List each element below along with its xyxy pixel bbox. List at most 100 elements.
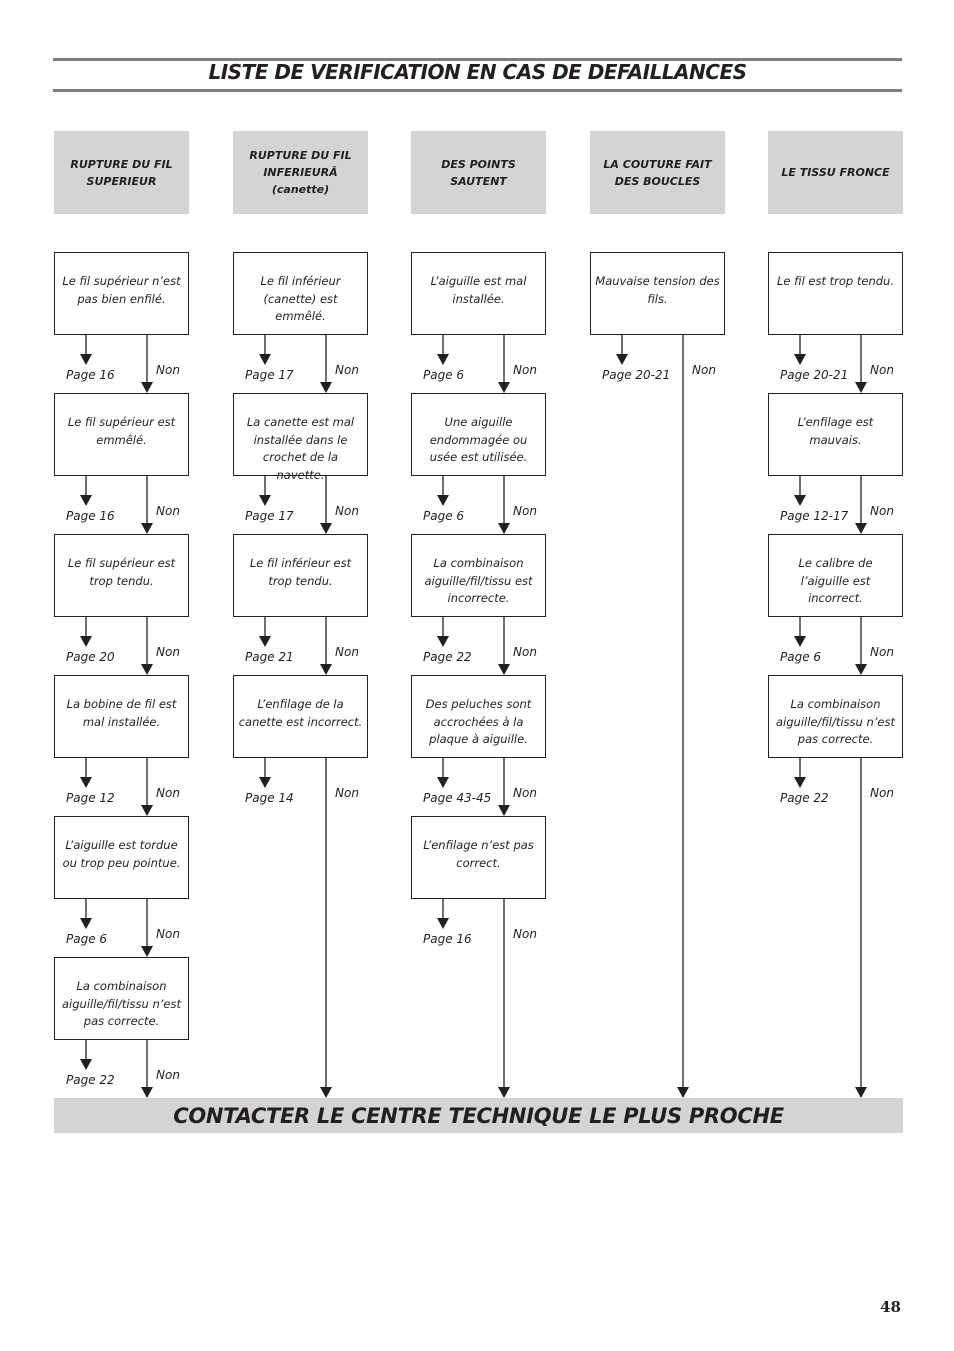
no-arrow-icon <box>141 382 153 393</box>
page-reference: Page 6 <box>780 650 822 664</box>
problem-step-box: Le fil supérieur est emmêlé. <box>54 393 189 476</box>
yes-arrow-icon <box>80 918 92 929</box>
no-arrow-icon <box>498 664 510 675</box>
no-label: Non <box>870 363 894 377</box>
problem-step-box: Le fil inférieur est trop tendu. <box>233 534 368 617</box>
no-label: Non <box>156 645 180 659</box>
no-arrow-icon <box>320 1087 332 1098</box>
no-label: Non <box>513 927 537 941</box>
problem-step-box: Des peluches sont accrochées à la plaque… <box>411 675 546 758</box>
yes-arrow-icon <box>794 495 806 506</box>
yes-arrow-icon <box>80 495 92 506</box>
problem-step-text: L’aiguille est mal installée. <box>430 274 527 306</box>
no-label: Non <box>870 504 894 518</box>
problem-step-text: Mauvaise tension des fils. <box>595 274 720 306</box>
no-arrow-icon <box>141 523 153 534</box>
problem-step-box: L’enfilage est mauvais. <box>768 393 903 476</box>
no-arrow-icon <box>855 523 867 534</box>
problem-step-text: Le fil est trop tendu. <box>777 274 894 288</box>
page-number: 48 <box>880 1298 901 1316</box>
problem-step-text: L’enfilage n’est pas correct. <box>423 838 534 870</box>
no-arrow-icon <box>320 382 332 393</box>
problem-step-text: Le fil supérieur n’est pas bien enfilé. <box>62 274 181 306</box>
no-label: Non <box>156 786 180 800</box>
problem-step-text: Une aiguille endommagée ou usée est util… <box>429 415 528 464</box>
yes-arrow-icon <box>80 354 92 365</box>
page-reference: Page 22 <box>66 1073 115 1087</box>
no-label: Non <box>513 645 537 659</box>
column-header: DES POINTS SAUTENT <box>411 131 546 214</box>
problem-step-text: Le fil supérieur est trop tendu. <box>67 556 176 588</box>
problem-step-box: L’enfilage de la canette est incorrect. <box>233 675 368 758</box>
problem-step-text: La bobine de fil est mal installée. <box>66 697 177 729</box>
page-reference: Page 21 <box>245 650 294 664</box>
page-reference: Page 6 <box>423 509 465 523</box>
problem-step-box: La combinaison aiguille/fil/tissu est in… <box>411 534 546 617</box>
yes-arrow-icon <box>80 1059 92 1070</box>
page-reference: Page 17 <box>245 509 294 523</box>
no-label: Non <box>513 786 537 800</box>
yes-arrow-icon <box>259 354 271 365</box>
no-arrow-icon <box>320 664 332 675</box>
problem-step-text: L’enfilage de la canette est incorrect. <box>238 697 363 729</box>
yes-arrow-icon <box>259 777 271 788</box>
contact-service-text: CONTACTER LE CENTRE TECHNIQUE LE PLUS PR… <box>173 1103 784 1128</box>
no-label: Non <box>156 504 180 518</box>
problem-step-box: L’enfilage n’est pas correct. <box>411 816 546 899</box>
yes-arrow-icon <box>794 777 806 788</box>
no-arrow-icon <box>320 523 332 534</box>
no-label: Non <box>335 645 359 659</box>
column-header: RUPTURE DU FIL SUPERIEUR <box>54 131 189 214</box>
no-arrow-icon <box>141 1087 153 1098</box>
no-label: Non <box>156 927 180 941</box>
problem-step-text: Le calibre de l’aiguille est incorrect. <box>798 556 873 605</box>
problem-step-text: La combinaison aiguille/fil/tissu n’est … <box>61 979 181 1028</box>
yes-arrow-icon <box>437 918 449 929</box>
problem-step-text: Le fil supérieur est emmêlé. <box>67 415 176 447</box>
no-arrow-icon <box>498 805 510 816</box>
no-arrow-icon <box>498 382 510 393</box>
no-arrow-icon <box>141 805 153 816</box>
page-reference: Page 16 <box>423 932 472 946</box>
page-reference: Page 43-45 <box>423 791 492 805</box>
page-reference: Page 6 <box>66 932 108 946</box>
no-arrow-icon <box>855 382 867 393</box>
problem-step-text: La canette est mal installée dans le cro… <box>246 415 355 482</box>
yes-arrow-icon <box>437 495 449 506</box>
problem-step-box: La canette est mal installée dans le cro… <box>233 393 368 482</box>
contact-service-banner: CONTACTER LE CENTRE TECHNIQUE LE PLUS PR… <box>54 1098 903 1133</box>
problem-step-box: La combinaison aiguille/fil/tissu n’est … <box>54 957 189 1040</box>
no-arrow-icon <box>141 946 153 957</box>
yes-arrow-icon <box>80 777 92 788</box>
no-arrow-icon <box>855 1087 867 1098</box>
no-label: Non <box>692 363 716 377</box>
page-reference: Page 12-17 <box>780 509 849 523</box>
no-label: Non <box>335 786 359 800</box>
page-reference: Page 16 <box>66 509 115 523</box>
yes-arrow-icon <box>437 777 449 788</box>
column-header: LE TISSU FRONCE <box>768 131 903 214</box>
problem-step-text: Le fil inférieur est trop tendu. <box>249 556 352 588</box>
page-reference: Page 6 <box>423 368 465 382</box>
problem-step-box: Le fil est trop tendu. <box>768 252 903 335</box>
yes-arrow-icon <box>259 495 271 506</box>
no-arrow-icon <box>677 1087 689 1098</box>
no-label: Non <box>335 504 359 518</box>
page-reference: Page 16 <box>66 368 115 382</box>
yes-arrow-icon <box>616 354 628 365</box>
page-reference: Page 20 <box>66 650 115 664</box>
problem-step-text: L’aiguille est tordue ou trop peu pointu… <box>62 838 181 870</box>
page-reference: Page 20-21 <box>602 368 671 382</box>
problem-step-box: La combinaison aiguille/fil/tissu n’est … <box>768 675 903 758</box>
no-label: Non <box>156 363 180 377</box>
no-label: Non <box>513 504 537 518</box>
page-reference: Page 22 <box>423 650 472 664</box>
problem-step-box: La bobine de fil est mal installée. <box>54 675 189 758</box>
page-reference: Page 20-21 <box>780 368 849 382</box>
no-arrow-icon <box>855 664 867 675</box>
no-arrow-icon <box>498 523 510 534</box>
problem-step-box: Le fil supérieur est trop tendu. <box>54 534 189 617</box>
problem-step-text: Le fil inférieur (canette) est emmêlé. <box>260 274 341 323</box>
problem-step-text: La combinaison aiguille/fil/tissu n’est … <box>775 697 895 746</box>
yes-arrow-icon <box>259 636 271 647</box>
